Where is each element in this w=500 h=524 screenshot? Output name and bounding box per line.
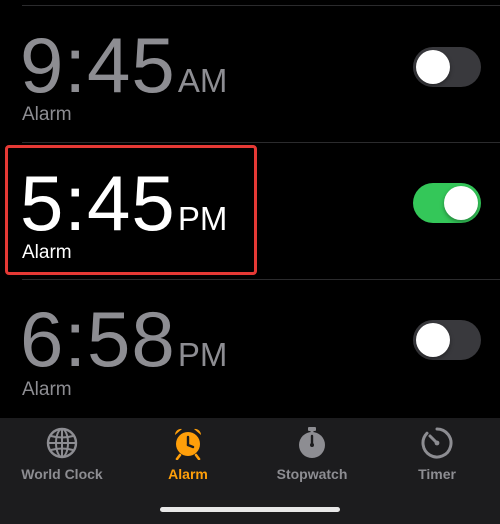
- highlight-box: [5, 145, 257, 275]
- timer-icon: [421, 427, 453, 459]
- tab-bar: World Clock Alarm Stopwatch Timer: [0, 418, 500, 524]
- alarm-toggle[interactable]: [413, 320, 481, 360]
- tab-stopwatch[interactable]: Stopwatch: [252, 426, 372, 496]
- alarm-toggle[interactable]: [413, 183, 481, 223]
- alarm-label: Alarm: [22, 379, 72, 400]
- alarm-row-945am[interactable]: 9:45AM Alarm: [0, 5, 500, 143]
- tab-timer[interactable]: Timer: [377, 426, 497, 496]
- toggle-knob: [416, 50, 450, 84]
- tab-label: Timer: [418, 466, 456, 482]
- tab-label: Stopwatch: [276, 466, 348, 482]
- alarm-time-period: PM: [177, 336, 228, 373]
- alarm-label: Alarm: [22, 104, 72, 125]
- alarm-list: 9:45AM Alarm 5:45PM Alarm 6:58PM Alarm: [0, 0, 500, 418]
- tab-alarm[interactable]: Alarm: [128, 426, 248, 496]
- toggle-knob: [416, 323, 450, 357]
- toggle-knob: [444, 186, 478, 220]
- tab-label: Alarm: [168, 466, 208, 482]
- globe-icon: [46, 427, 78, 459]
- tab-label: World Clock: [21, 466, 103, 482]
- alarm-time: 9:45AM: [20, 26, 227, 104]
- tab-world-clock[interactable]: World Clock: [2, 426, 122, 496]
- alarm-row-658pm[interactable]: 6:58PM Alarm: [0, 279, 500, 417]
- alarm-toggle[interactable]: [413, 47, 481, 87]
- alarm-time: 6:58PM: [20, 300, 227, 378]
- alarm-time-period: AM: [177, 62, 228, 99]
- home-indicator: [160, 507, 340, 512]
- alarm-clock-icon: [174, 428, 202, 460]
- alarm-time-digits: 9:45: [20, 21, 176, 109]
- stopwatch-icon: [299, 427, 325, 458]
- alarm-time-digits: 6:58: [20, 295, 176, 383]
